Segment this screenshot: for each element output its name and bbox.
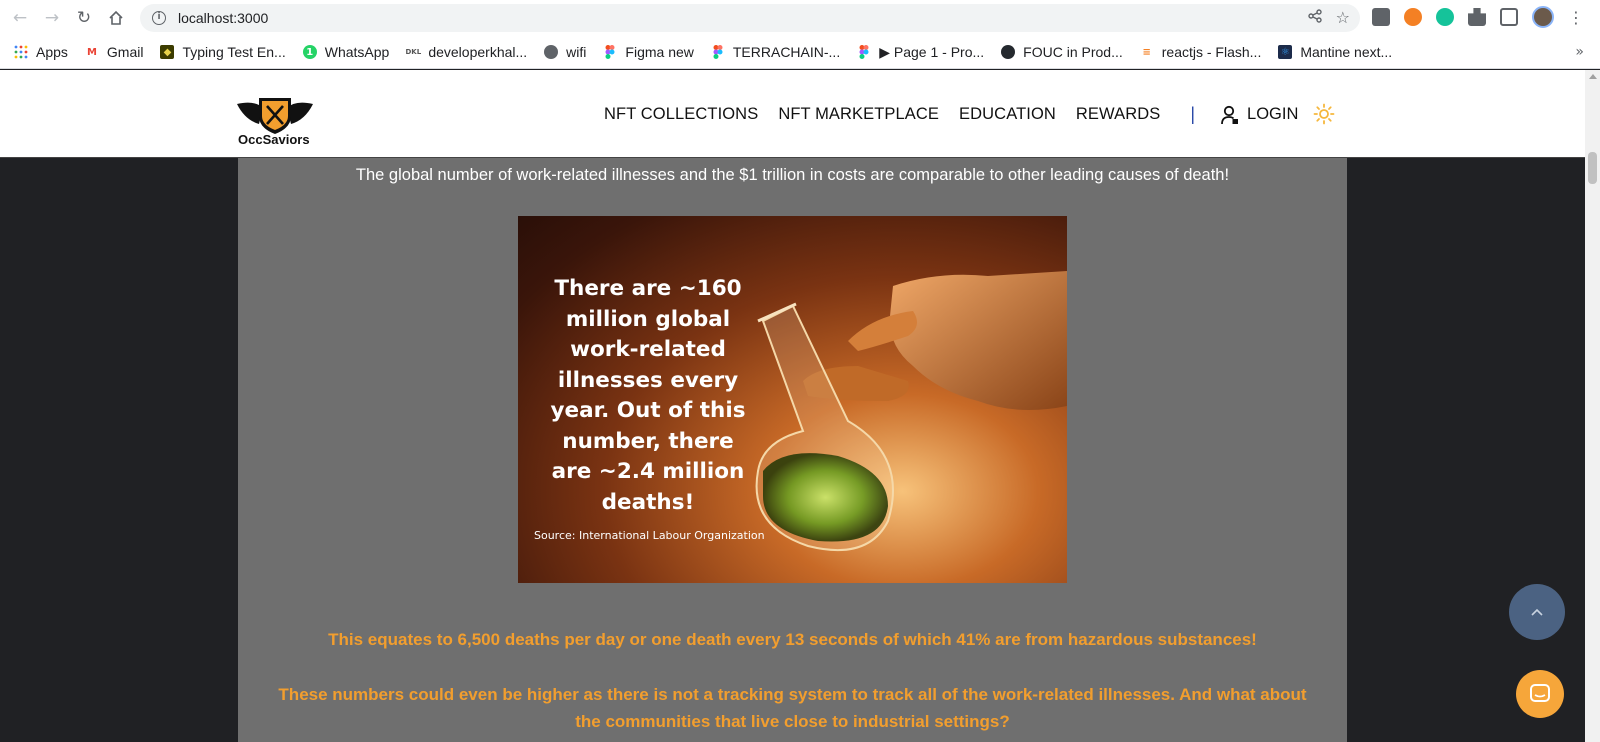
bookmark-item[interactable]: M Gmail [85,44,144,60]
bookmark-item[interactable]: Figma new [603,44,694,60]
login-button[interactable]: LOGIN [1221,105,1298,125]
logo-text[interactable]: OccSaviors [238,132,310,147]
bookmark-label: FOUC in Prod... [1023,44,1123,60]
bookmark-label: Figma new [625,44,694,60]
bookmark-star-icon[interactable]: ☆ [1336,8,1350,27]
hero-image-source: Source: International Labour Organizatio… [534,529,765,542]
profile-avatar[interactable] [1532,6,1554,28]
extension-grammarly-icon[interactable] [1436,8,1454,26]
figma-icon [857,45,871,59]
bookmark-label: wifi [566,44,587,60]
developer-icon: DKL [405,48,422,56]
bookmark-label: TERRACHAIN-... [732,44,841,60]
chat-launcher-button[interactable] [1516,670,1564,718]
bookmark-item[interactable]: DKL developerkhal... [405,44,528,60]
more-bookmarks-icon[interactable]: » [1575,44,1584,60]
typing-test-icon: ◆ [160,45,175,59]
bookmark-item[interactable]: ≡ reactjs - Flash... [1140,44,1262,60]
extension-screen-icon[interactable] [1372,8,1390,26]
highlight-tracking-system: These numbers could even be higher as th… [278,685,1307,731]
content-panel: The global number of work-related illnes… [238,158,1347,742]
bookmark-label: Typing Test En... [182,44,286,60]
bookmark-label: Gmail [106,44,144,60]
bookmark-item[interactable]: FOUC in Prod... [1001,44,1123,60]
bookmark-label: Mantine next... [1300,44,1393,60]
apps-grid-icon [14,45,28,59]
bookmark-item[interactable]: ⚛ Mantine next... [1278,44,1392,60]
bookmark-item[interactable]: Apps [14,44,68,60]
site-header: OccSaviors NFT COLLECTIONS NFT MARKETPLA… [0,70,1585,158]
theme-toggle-sun-icon[interactable] [1313,103,1335,125]
page-scrollbar[interactable] [1585,70,1600,742]
bookmark-label: Apps [36,44,68,60]
nav-rewards[interactable]: REWARDS [1076,105,1160,124]
bookmark-label: ▶ Page 1 - Pro... [879,43,985,60]
chevron-up-icon [1531,608,1543,616]
home-icon[interactable] [102,4,130,32]
bookmark-item[interactable]: wifi [544,44,586,60]
intro-text: The global number of work-related illnes… [355,166,1230,184]
login-label: LOGIN [1247,105,1299,123]
stackoverflow-icon: ≡ [1142,46,1151,58]
figma-icon [603,45,617,59]
bookmark-item[interactable]: ▶ Page 1 - Pro... [857,44,984,61]
figma-icon [711,45,725,59]
share-icon[interactable] [1307,8,1322,27]
nav-nft-marketplace[interactable]: NFT MARKETPLACE [778,105,939,124]
scroll-to-top-button[interactable] [1509,584,1565,640]
page-viewport: OccSaviors NFT COLLECTIONS NFT MARKETPLA… [0,70,1585,742]
scroll-up-arrow-icon[interactable] [1589,74,1597,79]
nav-education[interactable]: EDUCATION [959,105,1056,124]
bookmark-item[interactable]: TERRACHAIN-... [711,44,840,60]
bookmark-label: developerkhal... [428,44,528,60]
globe-icon [544,45,559,59]
extensions-puzzle-icon[interactable] [1468,8,1486,26]
bookmarks-bar: Apps M Gmail ◆ Typing Test En... 1 Whats… [0,36,1600,69]
whatsapp-icon: 1 [302,45,317,59]
browser-menu-icon[interactable]: ⋮ [1568,8,1584,27]
back-icon[interactable]: ← [6,4,34,32]
forward-icon[interactable]: → [38,4,66,32]
bookmark-label: WhatsApp [324,44,390,60]
main-nav: NFT COLLECTIONS NFT MARKETPLACE EDUCATIO… [604,104,1298,125]
github-icon [1001,45,1016,59]
mantine-icon: ⚛ [1278,45,1293,59]
side-panel-icon[interactable] [1500,8,1518,26]
bookmark-item[interactable]: ◆ Typing Test En... [160,44,286,60]
user-icon [1221,105,1239,124]
gmail-icon: M [86,46,97,58]
hero-image: There are ~160 million global work-relat… [518,216,1067,583]
bookmark-item[interactable]: 1 WhatsApp [302,44,390,60]
nav-separator: | [1190,104,1196,124]
highlight-deaths-per-day: This equates to 6,500 deaths per day or … [328,630,1257,649]
nav-nft-collections[interactable]: NFT COLLECTIONS [604,105,758,124]
chat-icon [1530,684,1550,702]
address-bar[interactable]: i localhost:3000 ☆ [140,4,1360,32]
extension-g-icon[interactable] [1404,8,1422,26]
scrollbar-thumb[interactable] [1588,152,1597,184]
bookmark-label: reactjs - Flash... [1161,44,1262,60]
browser-toolbar: ← → ↻ i localhost:3000 ☆ ⋮ [0,0,1600,36]
reload-icon[interactable]: ↻ [70,4,98,32]
site-info-icon[interactable]: i [152,11,166,25]
url-text[interactable]: localhost:3000 [178,10,268,26]
hero-image-text: There are ~160 million global work-relat… [550,276,746,515]
